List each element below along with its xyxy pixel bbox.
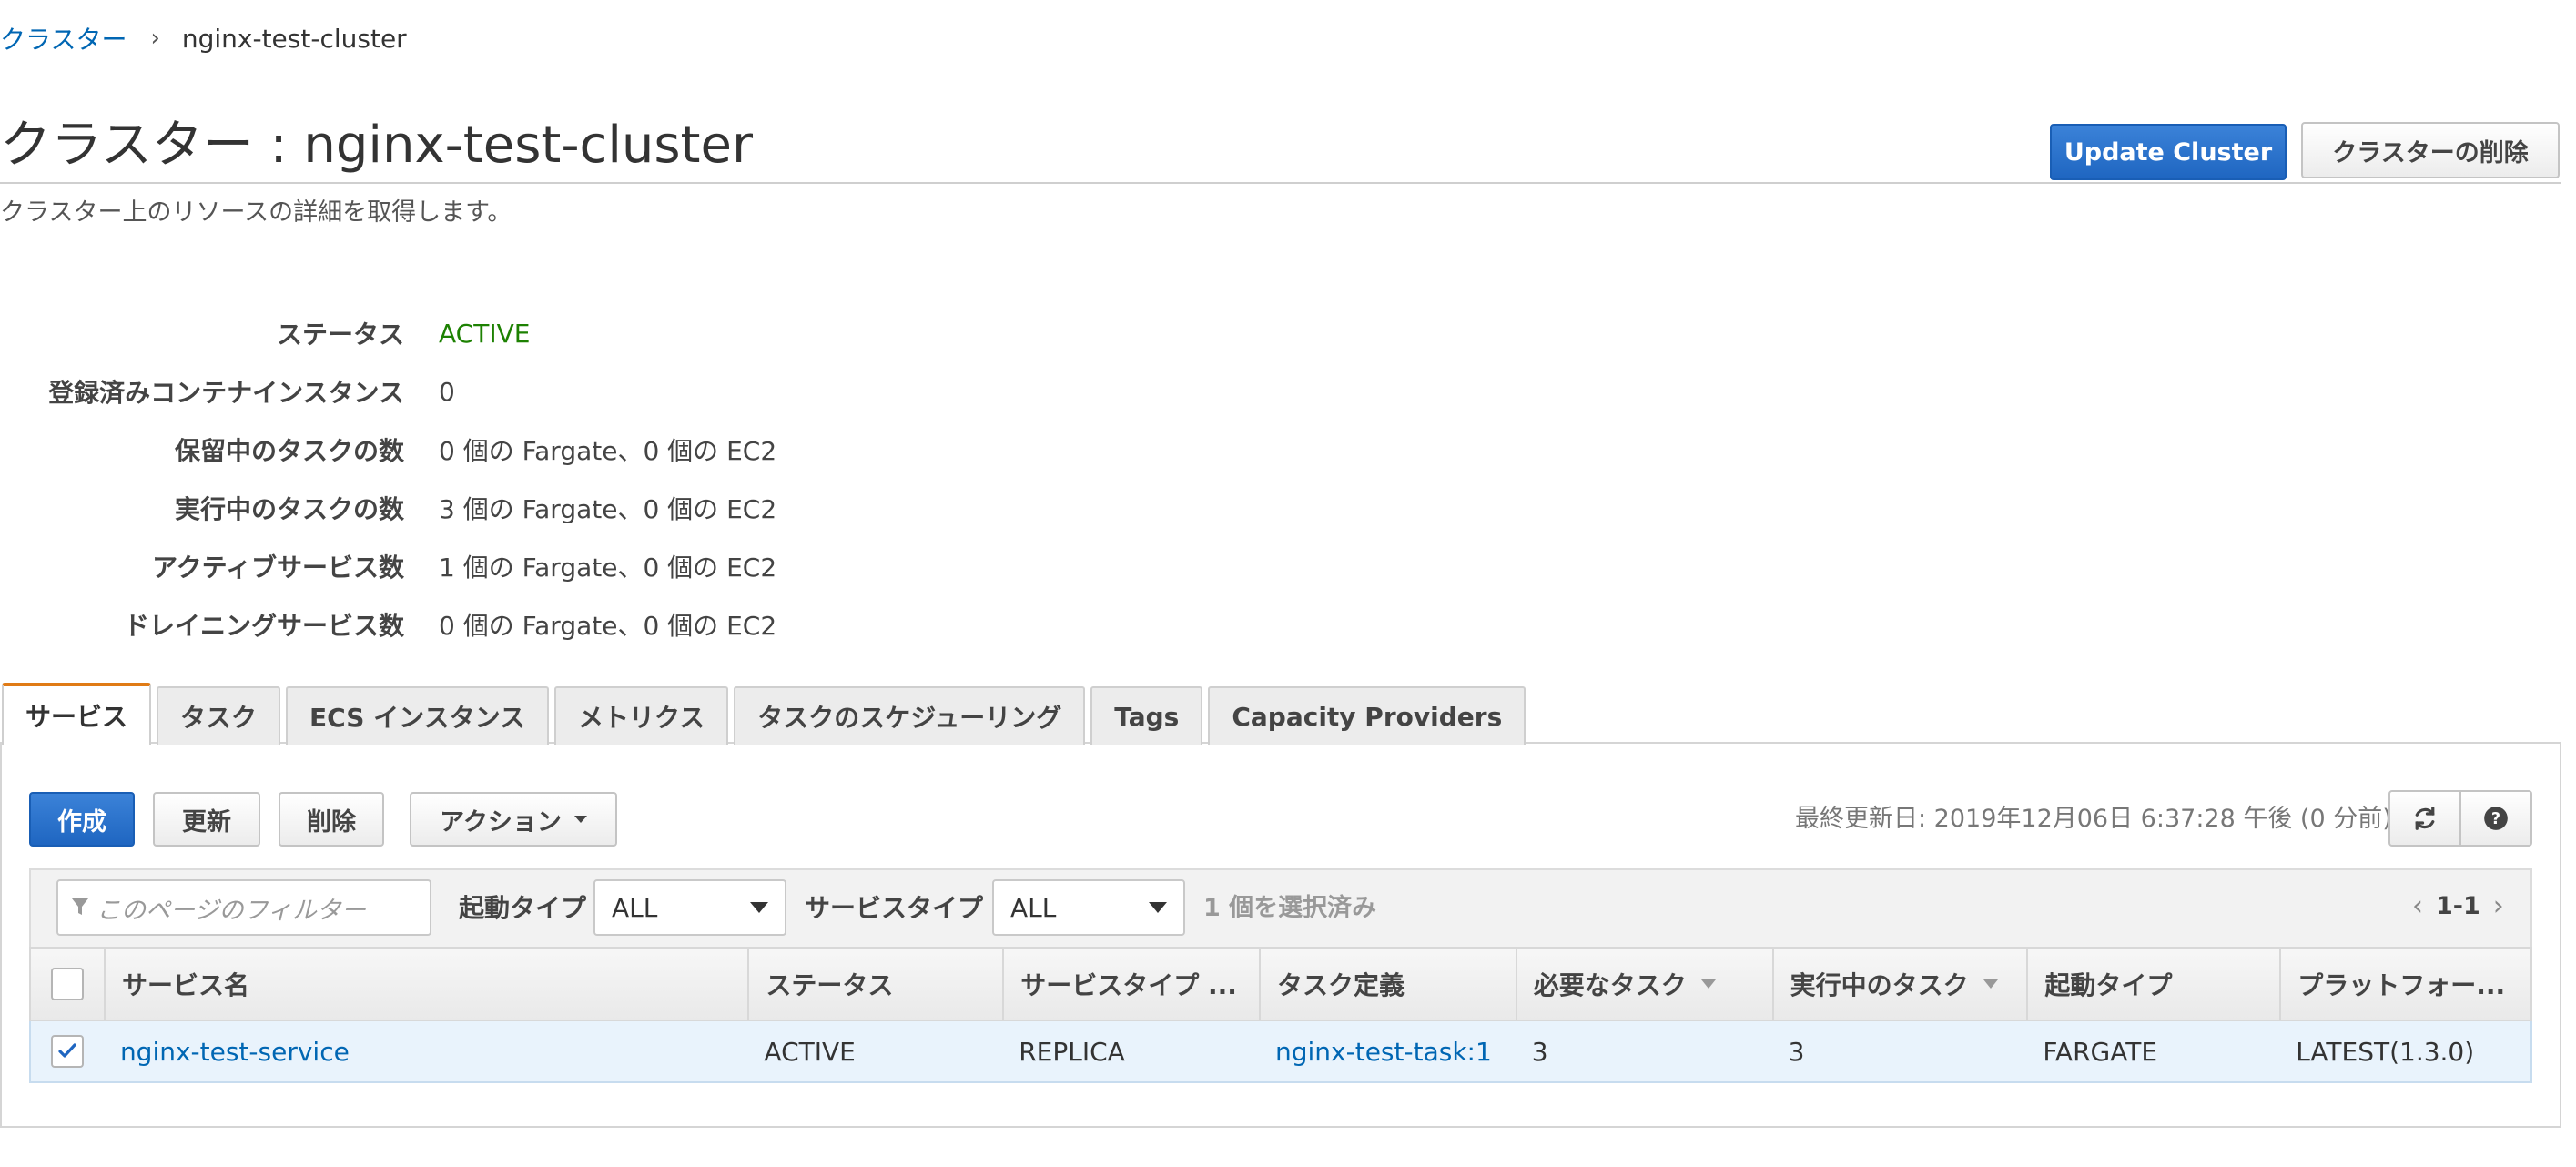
- breadcrumb-separator: ›: [150, 25, 160, 52]
- detail-row-draining-services: ドレイニングサービス数 0 個の Fargate、0 個の EC2: [0, 595, 1001, 654]
- tab-tags[interactable]: Tags: [1090, 686, 1203, 745]
- column-header-service-type[interactable]: サービスタイプ ...: [1002, 949, 1259, 1020]
- detail-value: 0: [439, 376, 455, 407]
- caret-down-icon: [573, 816, 587, 823]
- checkmark-icon: [58, 1043, 76, 1058]
- tab-tasks[interactable]: タスク: [157, 686, 281, 745]
- detail-row-pending-tasks: 保留中のタスクの数 0 個の Fargate、0 個の EC2: [0, 421, 1001, 479]
- select-all-checkbox[interactable]: [50, 968, 84, 1000]
- service-type-label: サービスタイプ: [805, 893, 984, 923]
- delete-service-button[interactable]: 削除: [279, 792, 384, 847]
- detail-label: ステータス: [276, 320, 404, 350]
- triangle-down-icon: [1149, 902, 1167, 913]
- detail-value: 0 個の Fargate、0 個の EC2: [439, 436, 777, 466]
- sort-down-icon: [1983, 979, 1998, 989]
- page-title: クラスター : nginx-test-cluster: [0, 116, 753, 175]
- launch-type-value: ALL: [612, 892, 658, 923]
- filter-icon: [72, 898, 88, 915]
- actions-label: アクション: [440, 807, 562, 837]
- column-header-launch-type[interactable]: 起動タイプ: [2026, 949, 2279, 1020]
- task-definition-link[interactable]: nginx-test-task:1: [1275, 1037, 1492, 1067]
- detail-row-running-tasks: 実行中のタスクの数 3 個の Fargate、0 個の EC2: [0, 479, 1001, 537]
- task-definition-cell: nginx-test-task:1: [1259, 1021, 1516, 1081]
- service-type-cell: REPLICA: [1019, 1036, 1125, 1067]
- update-service-button[interactable]: 更新: [153, 792, 260, 847]
- tab-scheduled-tasks[interactable]: タスクのスケジューリング: [734, 686, 1086, 745]
- title-divider: [0, 182, 2561, 184]
- breadcrumb-current: nginx-test-cluster: [181, 23, 407, 54]
- running-tasks-cell: 3: [1788, 1036, 1805, 1067]
- column-label: 必要なタスク: [1533, 970, 1687, 1000]
- page-range: 1-1: [2436, 892, 2480, 920]
- desired-tasks-cell: 3: [1531, 1036, 1548, 1067]
- triangle-down-icon: [750, 902, 768, 913]
- platform-version-cell: LATEST(1.3.0): [2296, 1036, 2475, 1067]
- sort-down-icon: [1700, 979, 1716, 989]
- detail-label: 保留中のタスクの数: [174, 436, 404, 466]
- pagination: ‹ 1-1 ›: [2399, 888, 2517, 925]
- column-header-platform[interactable]: プラットフォー...: [2279, 949, 2530, 1020]
- table-row[interactable]: nginx-test-service ACTIVE REPLICA nginx-…: [29, 1021, 2532, 1083]
- filter-input[interactable]: このページのフィルター: [56, 879, 431, 936]
- chevron-left-icon[interactable]: ‹: [2399, 888, 2436, 925]
- column-header-running-tasks[interactable]: 実行中のタスク: [1771, 949, 2027, 1020]
- detail-value: 3 個の Fargate、0 個の EC2: [439, 494, 777, 524]
- column-header-status[interactable]: ステータス: [747, 949, 1002, 1020]
- detail-label: アクティブサービス数: [152, 553, 404, 583]
- status-value: ACTIVE: [439, 318, 531, 349]
- service-name-link[interactable]: nginx-test-service: [120, 1037, 350, 1067]
- tab-bar: サービス タスク ECS インスタンス メトリクス タスクのスケジューリング T…: [2, 683, 1531, 745]
- last-updated-text: 最終更新日: 2019年12月06日 6:37:28 午後 (0 分前): [1795, 805, 2392, 833]
- column-header-service-name[interactable]: サービス名: [103, 949, 747, 1020]
- launch-type-label: 起動タイプ: [459, 893, 587, 923]
- delete-cluster-button[interactable]: クラスターの削除: [2301, 122, 2560, 178]
- refresh-icon[interactable]: [2390, 792, 2459, 845]
- actions-dropdown[interactable]: アクション: [410, 792, 617, 847]
- detail-value: 1 個の Fargate、0 個の EC2: [439, 553, 777, 583]
- tab-ecs-instances[interactable]: ECS インスタンス: [286, 686, 550, 745]
- detail-row-status: ステータス ACTIVE: [0, 304, 1001, 362]
- detail-label: 登録済みコンテナインスタンス: [48, 378, 404, 408]
- service-status-cell: ACTIVE: [764, 1036, 856, 1067]
- column-header-task-definition[interactable]: タスク定義: [1259, 949, 1516, 1020]
- service-type-select[interactable]: ALL: [992, 879, 1185, 936]
- detail-label: 実行中のタスクの数: [174, 494, 404, 524]
- detail-value: 0 個の Fargate、0 個の EC2: [439, 611, 777, 641]
- detail-row-active-services: アクティブサービス数 1 個の Fargate、0 個の EC2: [0, 537, 1001, 595]
- launch-type-cell: FARGATE: [2043, 1036, 2158, 1067]
- detail-row-container-instances: 登録済みコンテナインスタンス 0: [0, 362, 1001, 421]
- svg-text:?: ?: [2491, 810, 2500, 828]
- row-checkbox[interactable]: [50, 1035, 84, 1068]
- create-button[interactable]: 作成: [29, 792, 135, 847]
- tab-metrics[interactable]: メトリクス: [554, 686, 729, 745]
- column-header-desired-tasks[interactable]: 必要なタスク: [1515, 949, 1772, 1020]
- update-cluster-button[interactable]: Update Cluster: [2050, 124, 2287, 180]
- filter-placeholder: このページのフィルター: [96, 896, 366, 925]
- service-name-cell: nginx-test-service: [104, 1021, 747, 1081]
- breadcrumb: クラスター › nginx-test-cluster: [0, 20, 407, 56]
- tab-capacity-providers[interactable]: Capacity Providers: [1208, 686, 1526, 745]
- launch-type-select[interactable]: ALL: [593, 879, 786, 936]
- breadcrumb-clusters-link[interactable]: クラスター: [0, 20, 127, 56]
- icon-button-group: ?: [2388, 790, 2532, 847]
- service-type-value: ALL: [1010, 892, 1057, 923]
- table-header: サービス名 ステータス サービスタイプ ... タスク定義 必要なタスク 実行中…: [29, 947, 2532, 1021]
- tab-services[interactable]: サービス: [2, 683, 152, 745]
- column-label: 実行中のタスク: [1790, 970, 1969, 1000]
- cluster-details: ステータス ACTIVE 登録済みコンテナインスタンス 0 保留中のタスクの数 …: [0, 304, 1001, 654]
- detail-label: ドレイニングサービス数: [123, 611, 404, 641]
- selected-count: 1 個を選択済み: [1203, 894, 1377, 922]
- select-all-cell: [31, 949, 104, 1020]
- services-table: サービス名 ステータス サービスタイプ ... タスク定義 必要なタスク 実行中…: [29, 947, 2532, 1083]
- chevron-right-icon[interactable]: ›: [2480, 888, 2517, 925]
- row-select-cell: [31, 1021, 104, 1081]
- page-subtitle: クラスター上のリソースの詳細を取得します。: [0, 198, 512, 227]
- help-icon[interactable]: ?: [2459, 792, 2530, 845]
